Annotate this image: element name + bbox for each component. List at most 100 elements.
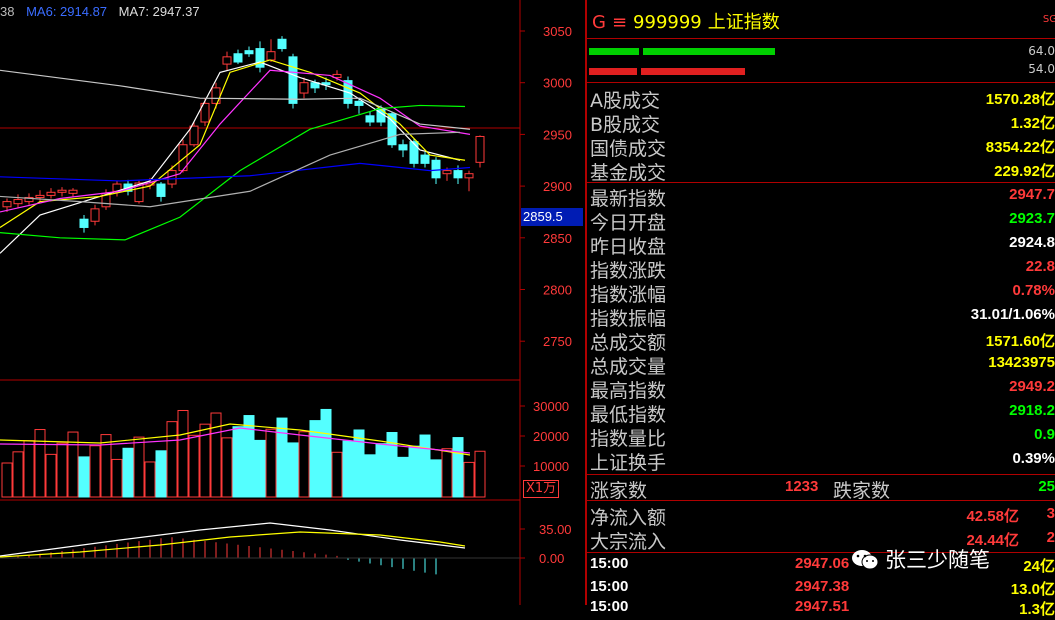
ratio-bar-green-b <box>643 48 775 55</box>
ratio-bar-red-b <box>641 68 745 75</box>
volume-bar <box>166 421 178 498</box>
stat-label: 最高指数 <box>590 380 667 402</box>
volume-bar <box>441 448 453 498</box>
rise-label: 涨家数 <box>590 480 648 502</box>
tick-time: 15:00 <box>590 578 629 595</box>
watermark: 张三少随笔 <box>851 544 990 574</box>
volume-bar <box>463 461 475 498</box>
stat-row: 指数涨跌 22.8 <box>587 256 1055 282</box>
price-tick-label: 3000 <box>543 76 572 91</box>
candle-body <box>79 218 89 228</box>
candle-body <box>35 194 45 198</box>
ma-legend: 38 MA6: 2914.87 MA7: 2947.37 <box>0 4 208 19</box>
volume-bar <box>254 439 266 498</box>
stat-row: 最高指数 2949.2 <box>587 376 1055 402</box>
stat-value: 0.9 <box>1034 426 1055 443</box>
stat-label: 总成交额 <box>590 332 667 354</box>
stat-row: 今日开盘 2923.7 <box>587 208 1055 234</box>
candle-body <box>288 56 298 104</box>
volume-bar <box>243 415 255 498</box>
candle-body <box>244 50 254 55</box>
price-tick-label: 3050 <box>543 24 572 39</box>
stat-row: 指数量比 0.9 <box>587 424 1055 450</box>
stat-label: 最低指数 <box>590 404 667 426</box>
stat-label: 上证换手 <box>590 452 667 474</box>
divider <box>587 182 1055 183</box>
kline-chart[interactable]: 3050 3000 2950 2900 2850 2800 2750 30000 20000 10… <box>0 0 585 605</box>
candle-body <box>2 201 12 208</box>
tick-volume: 24亿 <box>1023 558 1055 575</box>
volume-unit-label: X1万 <box>523 480 560 498</box>
divider <box>587 82 1055 83</box>
candle-body <box>211 87 221 104</box>
divider <box>587 474 1055 475</box>
stat-value: 2923.7 <box>1009 210 1055 227</box>
volume-bar <box>144 461 156 498</box>
tick-volume: 1.3亿 <box>1019 601 1055 618</box>
volume-bar <box>408 445 420 498</box>
candle-body <box>46 191 56 196</box>
stat-label: 指数量比 <box>590 428 667 450</box>
index-header[interactable]: G ≡ 999999 上证指数 <box>592 8 780 34</box>
volume-bar <box>430 459 442 498</box>
stat-row: B股成交 1.32亿 <box>587 110 1055 136</box>
stat-label: 基金成交 <box>590 162 667 184</box>
tick-time: 15:00 <box>590 598 629 615</box>
volume-bar <box>375 443 387 498</box>
candle-body <box>464 173 474 179</box>
sg-tag: SG <box>1042 14 1055 25</box>
volume-bar <box>342 440 354 498</box>
volume-bar <box>364 454 376 498</box>
stat-row: 上证换手 0.39% <box>587 448 1055 474</box>
stat-label: B股成交 <box>590 114 661 136</box>
kline-chart-pane[interactable]: 3050 3000 2950 2900 2850 2800 2750 30000 20000 10… <box>0 0 585 605</box>
candle-body <box>431 159 441 179</box>
candle-body <box>156 183 166 197</box>
volume-bar <box>298 431 310 498</box>
tick-time: 15:00 <box>590 555 629 572</box>
fall-count: 25 <box>1038 478 1055 495</box>
candle-body <box>266 51 276 61</box>
dif-line <box>0 522 466 557</box>
price-tick-label: 2900 <box>543 179 572 194</box>
stat-row: 基金成交 229.92亿 <box>587 158 1055 184</box>
candle-body <box>233 53 243 63</box>
candle-body <box>354 100 364 106</box>
flow-extra: 2 <box>1046 529 1055 546</box>
stat-row: 指数涨幅 0.78% <box>587 280 1055 306</box>
ma-legend-2: MA7: 2947.37 <box>118 4 200 19</box>
volume-bar <box>320 408 332 498</box>
stat-value: 2949.2 <box>1009 378 1055 395</box>
menu-icon[interactable]: ≡ <box>612 12 627 33</box>
stat-value: 22.8 <box>1025 258 1055 275</box>
tick-price: 2947.06 <box>795 555 850 572</box>
tick-row: 15:00 2947.38 13.0亿 <box>587 578 1055 600</box>
stat-value: 229.92亿 <box>994 163 1055 180</box>
volume-bar <box>177 409 189 498</box>
ratio-value-1: 64.0 <box>1028 44 1055 58</box>
volume-bar <box>221 437 233 498</box>
stat-row: 最低指数 2918.2 <box>587 400 1055 426</box>
stat-row: A股成交 1570.28亿 <box>587 86 1055 112</box>
stat-row: 国债成交 8354.22亿 <box>587 134 1055 160</box>
stat-row: 最新指数 2947.7 <box>587 184 1055 210</box>
price-tick-label: 2850 <box>543 231 572 246</box>
candle-body <box>420 154 430 164</box>
volume-bar <box>265 428 277 498</box>
candle-body <box>299 82 309 94</box>
volume-bar <box>34 429 46 498</box>
quote-info-panel: G ≡ 999999 上证指数 SG 64.0 54.0 A股成交 1570.28亿 B股… <box>585 0 1055 618</box>
wechat-logo-icon <box>852 550 879 570</box>
stat-value: 1.32亿 <box>1010 115 1055 132</box>
stat-value: 0.78% <box>1012 282 1055 299</box>
candle-body <box>68 189 78 194</box>
stat-value: 2947.7 <box>1009 186 1055 203</box>
volume-bar <box>78 456 90 498</box>
fall-label: 跌家数 <box>833 480 891 502</box>
volume-bar <box>133 436 145 498</box>
stat-value: 1571.60亿 <box>985 333 1055 350</box>
candle-body <box>475 135 485 163</box>
stat-label: 指数涨跌 <box>590 260 667 282</box>
stat-value: 31.01/1.06% <box>970 306 1055 323</box>
stat-row: 总成交量 13423975 <box>587 352 1055 378</box>
